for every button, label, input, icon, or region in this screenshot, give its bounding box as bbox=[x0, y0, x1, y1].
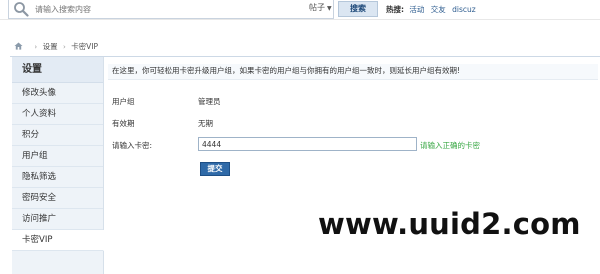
hot-search-link[interactable]: 交友 bbox=[431, 5, 446, 14]
usergroup-label: 用户组 bbox=[112, 97, 135, 106]
search-button[interactable]: 搜索 bbox=[338, 1, 378, 17]
breadcrumb-separator: › bbox=[34, 43, 38, 51]
search-box: 帖子▼ bbox=[8, 0, 334, 19]
sidebar-item-profile[interactable]: 个人资料 bbox=[12, 104, 103, 125]
expiry-row: 有效期 无期 bbox=[112, 118, 213, 129]
chevron-down-icon: ▼ bbox=[327, 5, 332, 12]
notice-text: 在这里，你可轻松用卡密升级用户组，如果卡密的用户组与你拥有的用户组一致时，则延长… bbox=[108, 64, 598, 80]
watermark-text: www.uuid2.com bbox=[318, 207, 581, 241]
sidebar-item-password[interactable]: 密码安全 bbox=[12, 188, 103, 209]
sidebar-item-promotion[interactable]: 访问推广 bbox=[12, 209, 103, 230]
search-input[interactable] bbox=[35, 2, 235, 16]
search-scope-label: 帖子 bbox=[309, 3, 325, 12]
sidebar-item-credits[interactable]: 积分 bbox=[12, 125, 103, 146]
hot-search: 热搜: 活动 交友 discuz bbox=[386, 4, 480, 15]
breadcrumb-settings-link[interactable]: 设置 bbox=[43, 42, 58, 51]
search-scope-select[interactable]: 帖子 ▼ bbox=[309, 2, 332, 13]
sidebar-item-privacy[interactable]: 隐私筛选 bbox=[12, 167, 103, 188]
sidebar-title: 设置 bbox=[12, 57, 103, 83]
usergroup-value: 管理员 bbox=[198, 97, 221, 106]
breadcrumb-current[interactable]: 卡密VIP bbox=[71, 42, 98, 51]
card-code-input[interactable] bbox=[198, 137, 417, 151]
expiry-label: 有效期 bbox=[112, 119, 135, 128]
hot-search-link[interactable]: 活动 bbox=[409, 5, 424, 14]
code-hint: 请输入正确的卡密 bbox=[420, 141, 480, 150]
breadcrumb-separator: › bbox=[62, 43, 66, 51]
hot-search-link[interactable]: discuz bbox=[452, 5, 476, 14]
home-icon[interactable] bbox=[14, 42, 23, 50]
hot-search-label: 热搜: bbox=[386, 5, 404, 14]
sidebar-item-card-vip[interactable]: 卡密VIP bbox=[12, 230, 104, 251]
breadcrumb: › 设置 › 卡密VIP bbox=[14, 41, 98, 53]
code-row: 请输入卡密: bbox=[112, 140, 152, 151]
submit-button[interactable]: 提交 bbox=[200, 162, 230, 176]
search-icon[interactable] bbox=[13, 1, 29, 17]
main-content: 在这里，你可轻松用卡密升级用户组，如果卡密的用户组与你拥有的用户组一致时，则延长… bbox=[104, 57, 600, 274]
code-label: 请输入卡密: bbox=[112, 141, 153, 150]
sidebar-item-avatar[interactable]: 修改头像 bbox=[12, 83, 103, 104]
usergroup-row: 用户组 管理员 bbox=[112, 96, 221, 107]
sidebar-item-usergroup[interactable]: 用户组 bbox=[12, 146, 103, 167]
settings-sidebar: 设置 修改头像 个人资料 积分 用户组 隐私筛选 密码安全 访问推广 卡密VIP bbox=[12, 57, 104, 274]
top-search-bar: 帖子▼ 搜索 热搜: 活动 交友 discuz bbox=[0, 0, 600, 20]
expiry-value: 无期 bbox=[198, 119, 213, 128]
